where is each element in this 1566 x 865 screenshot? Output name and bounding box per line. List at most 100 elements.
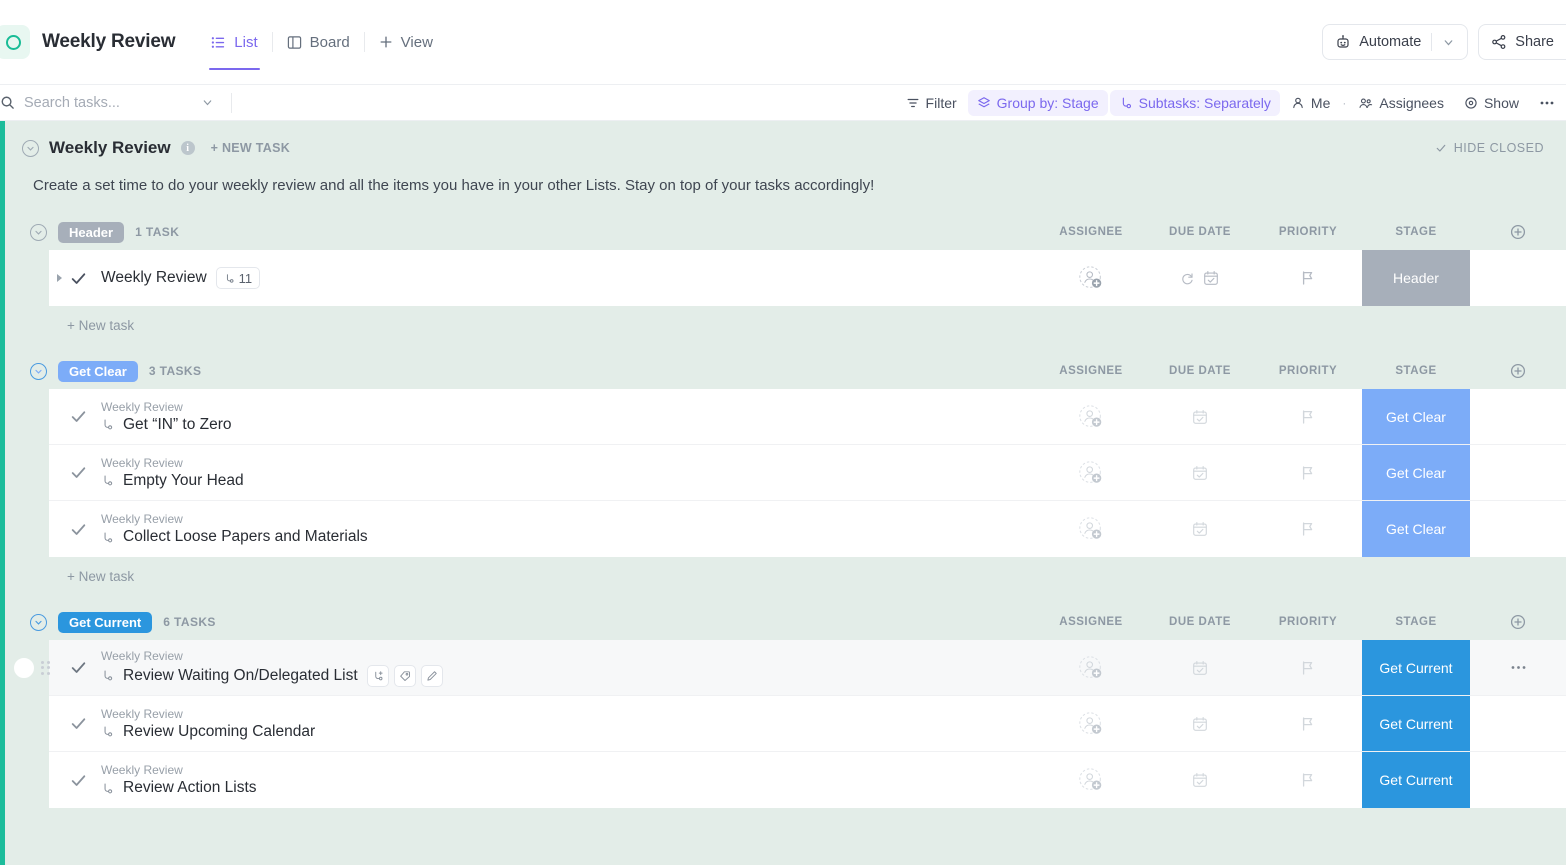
task-texts: Weekly Review Get “IN” to Zero — [101, 400, 232, 434]
row-menu-button[interactable] — [1470, 640, 1566, 695]
cell-assignee[interactable] — [1036, 250, 1146, 306]
task-title[interactable]: Review Waiting On/Delegated List — [123, 667, 358, 685]
task-complete-checkmark[interactable] — [70, 772, 87, 789]
parent-task-breadcrumb[interactable]: Weekly Review — [101, 649, 443, 663]
parent-task-breadcrumb[interactable]: Weekly Review — [101, 512, 368, 526]
group-collapse-toggle[interactable] — [30, 362, 47, 380]
cell-stage[interactable]: Get Current — [1362, 696, 1470, 751]
subtask-icon — [101, 474, 114, 487]
expand-subtasks-toggle[interactable] — [57, 274, 62, 282]
cell-priority[interactable] — [1254, 501, 1362, 557]
chevron-down-icon[interactable] — [1442, 36, 1455, 49]
table-row[interactable]: Weekly Review Review Upcoming Calendar G… — [49, 696, 1566, 752]
toolbar-more-button[interactable] — [1530, 90, 1564, 116]
task-complete-checkmark[interactable] — [70, 464, 87, 481]
table-row[interactable]: Weekly Review Review Waiting On/Delegate… — [14, 640, 1566, 696]
group-by-button[interactable]: Group by: Stage — [967, 90, 1108, 116]
share-button[interactable]: Share — [1478, 24, 1566, 60]
cell-stage[interactable]: Get Current — [1362, 752, 1470, 808]
table-row[interactable]: Weekly Review Get “IN” to Zero Get Clear — [49, 389, 1566, 445]
task-complete-checkmark[interactable] — [70, 270, 87, 287]
group-collapse-toggle[interactable] — [30, 613, 47, 631]
cell-priority[interactable] — [1254, 696, 1362, 751]
hide-closed-toggle[interactable]: HIDE CLOSED — [1435, 141, 1544, 155]
task-line: Review Upcoming Calendar — [101, 723, 315, 741]
cell-priority[interactable] — [1254, 640, 1362, 695]
task-title[interactable]: Review Upcoming Calendar — [123, 723, 315, 741]
parent-task-breadcrumb[interactable]: Weekly Review — [101, 400, 232, 414]
parent-task-breadcrumb[interactable]: Weekly Review — [101, 763, 257, 777]
cell-priority[interactable] — [1254, 389, 1362, 444]
cell-assignee[interactable] — [1036, 752, 1146, 808]
cell-due-date[interactable] — [1146, 389, 1254, 444]
cell-priority[interactable] — [1254, 250, 1362, 306]
me-filter-button[interactable]: Me — [1282, 90, 1339, 116]
list-collapse-toggle[interactable] — [22, 139, 39, 157]
parent-task-breadcrumb[interactable]: Weekly Review — [101, 707, 315, 721]
task-title[interactable]: Empty Your Head — [123, 472, 244, 490]
task-title[interactable]: Review Action Lists — [123, 779, 257, 797]
group-stage-badge[interactable]: Header — [58, 221, 125, 243]
new-task-header-button[interactable]: + NEW TASK — [211, 141, 291, 155]
add-column-button[interactable] — [1470, 614, 1566, 630]
cell-due-date[interactable] — [1146, 752, 1254, 808]
task-complete-checkmark[interactable] — [70, 408, 87, 425]
subtask-count-chip[interactable]: 11 — [215, 267, 261, 289]
cell-stage[interactable]: Header — [1362, 250, 1470, 306]
table-row[interactable]: Weekly Review 11 Header — [49, 250, 1566, 306]
cell-stage[interactable]: Get Clear — [1362, 501, 1470, 557]
list-header: Weekly Review i + NEW TASK HIDE CLOSED — [5, 121, 1566, 161]
cell-due-date[interactable] — [1146, 696, 1254, 751]
task-complete-checkmark[interactable] — [70, 521, 87, 538]
search-input[interactable] — [24, 94, 164, 111]
show-button[interactable]: Show — [1455, 90, 1528, 116]
cell-stage[interactable]: Get Clear — [1362, 389, 1470, 444]
assignees-button[interactable]: Assignees — [1349, 90, 1453, 116]
cell-assignee[interactable] — [1036, 696, 1146, 751]
task-title[interactable]: Weekly Review — [101, 269, 207, 287]
cell-priority[interactable] — [1254, 752, 1362, 808]
filter-button[interactable]: Filter — [897, 90, 966, 116]
cell-due-date[interactable] — [1146, 445, 1254, 500]
cell-assignee[interactable] — [1036, 445, 1146, 500]
drag-handle-icon[interactable] — [41, 660, 50, 675]
cell-assignee[interactable] — [1036, 640, 1146, 695]
group-task-count: 6 TASKS — [163, 615, 216, 629]
automate-button[interactable]: Automate — [1322, 24, 1469, 60]
tag-icon[interactable] — [393, 664, 416, 687]
cell-assignee[interactable] — [1036, 389, 1146, 444]
filter-label: Filter — [925, 95, 957, 111]
group-collapse-toggle[interactable] — [30, 223, 47, 241]
table-row[interactable]: Weekly Review Review Action Lists Get Cu… — [49, 752, 1566, 808]
cell-stage[interactable]: Get Clear — [1362, 445, 1470, 500]
search-chevron-down-icon[interactable] — [201, 96, 214, 109]
add-new-task-footer[interactable]: + New task — [49, 306, 1566, 333]
subtasks-button[interactable]: Subtasks: Separately — [1109, 90, 1280, 116]
table-row[interactable]: Weekly Review Empty Your Head Get Clear — [49, 445, 1566, 501]
search-box[interactable] — [0, 85, 232, 121]
task-complete-checkmark[interactable] — [70, 715, 87, 732]
task-title[interactable]: Get “IN” to Zero — [123, 416, 232, 434]
tab-board[interactable]: Board — [273, 14, 364, 70]
edit-icon[interactable] — [420, 664, 443, 687]
cell-due-date[interactable] — [1146, 501, 1254, 557]
add-column-button[interactable] — [1470, 363, 1566, 379]
cell-stage[interactable]: Get Current — [1362, 640, 1470, 695]
group-stage-badge[interactable]: Get Current — [58, 611, 153, 633]
add-column-button[interactable] — [1470, 224, 1566, 240]
cell-due-date[interactable] — [1146, 640, 1254, 695]
info-icon[interactable]: i — [180, 141, 195, 155]
add-subtask-icon[interactable] — [366, 664, 389, 687]
tab-add-view[interactable]: View — [365, 14, 447, 70]
cell-priority[interactable] — [1254, 445, 1362, 500]
tab-list[interactable]: List — [197, 14, 271, 70]
row-select-checkbox[interactable] — [14, 657, 34, 678]
task-title[interactable]: Collect Loose Papers and Materials — [123, 528, 368, 546]
group-stage-badge[interactable]: Get Clear — [58, 360, 138, 382]
table-row[interactable]: Weekly Review Collect Loose Papers and M… — [49, 501, 1566, 557]
task-complete-checkmark[interactable] — [70, 659, 87, 676]
add-new-task-footer[interactable]: + New task — [49, 557, 1566, 584]
cell-due-date[interactable] — [1146, 250, 1254, 306]
parent-task-breadcrumb[interactable]: Weekly Review — [101, 456, 244, 470]
cell-assignee[interactable] — [1036, 501, 1146, 557]
